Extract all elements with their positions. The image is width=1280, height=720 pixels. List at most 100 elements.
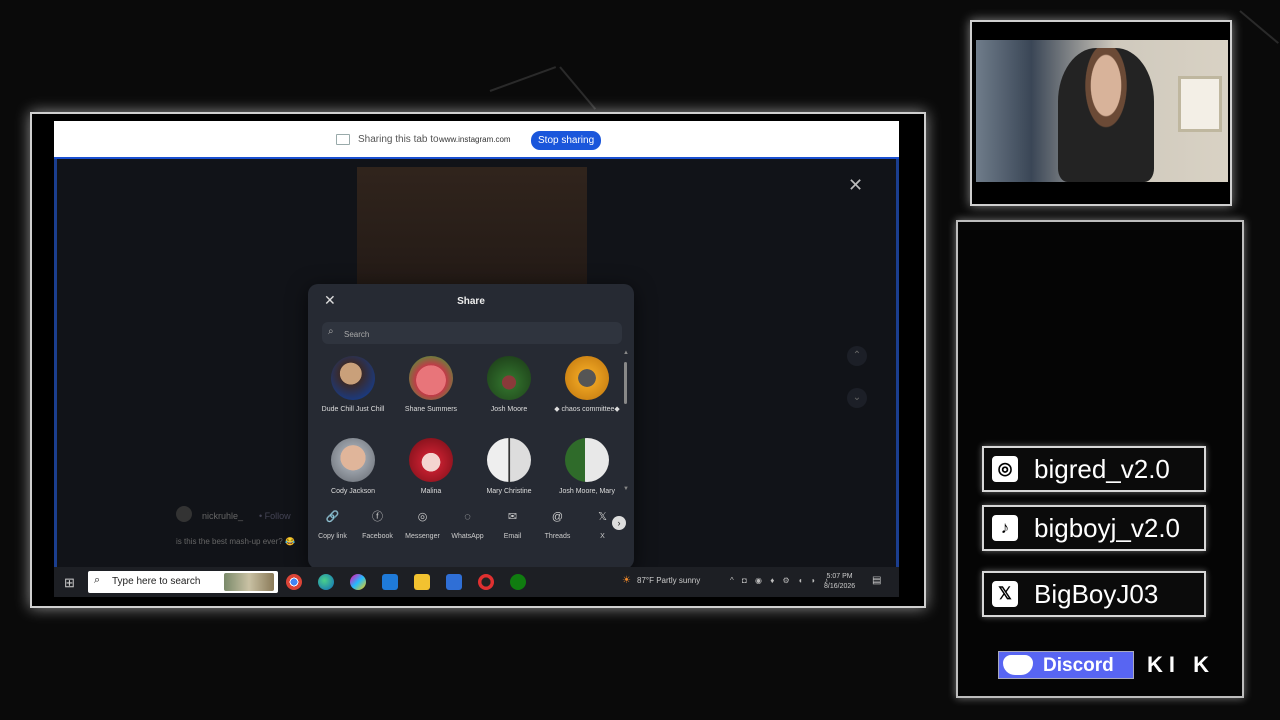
notification-icon[interactable]: ▤ [872,575,881,586]
threads-icon: @ [551,511,564,523]
copilot-icon[interactable] [350,574,366,590]
share-apps-row: 🔗 Copy link ⓕ Facebook ◎ Messenger ◌ Wha… [308,509,634,559]
avatar [487,438,531,482]
tiktok-icon: ♪ [992,515,1018,541]
share-modal: ✕ Share ⌕ Dude Chill Just Chill Shane Su… [308,284,634,569]
app-label: Copy link [318,533,347,540]
search-box: ⌕ [322,322,622,344]
contact-name: ◆ chaos committee◆ [554,406,620,413]
right-border [896,159,899,567]
background-line [559,66,597,110]
contact-name: Shane Summers [404,406,458,413]
facebook-icon: ⓕ [372,511,383,523]
obs-icon[interactable] [478,574,494,590]
background-line [489,66,557,92]
contact-item[interactable]: Josh Moore, Mary [548,438,626,496]
webcam-feed [976,40,1228,182]
app-label: X [600,533,605,540]
scroll-up-icon[interactable]: ▲ [623,350,629,356]
contacts-scrollbar[interactable]: ▲ ▼ [623,350,629,498]
webcam-wall-frame [1178,76,1222,132]
instagram-icon: ◎ [992,456,1018,482]
taskbar-search-text: Type here to search [112,576,201,587]
app-label: WhatsApp [451,533,484,540]
discord-label: Discord [1043,655,1114,676]
weather-icon[interactable]: ☀ [622,575,631,586]
whatsapp-button[interactable]: ◌ WhatsApp [445,509,490,540]
stop-sharing-button[interactable]: Stop sharing [531,131,602,150]
threads-button[interactable]: @ Threads [535,509,580,540]
close-icon[interactable]: ✕ [848,175,863,196]
comment-username[interactable]: nickruhle_ [202,511,243,521]
contact-item[interactable]: Josh Moore [470,356,548,414]
instagram-name: bigred_v2.0 [1034,454,1170,484]
follow-link[interactable]: • Follow [259,511,291,521]
comment-text: is this the best mash-up ever? 😂 [176,537,295,546]
store-icon[interactable] [446,574,462,590]
shared-site: www.instagram.com [439,135,511,144]
contact-item[interactable]: Dude Chill Just Chill [314,356,392,414]
tab-sharing-bar: Sharing this tab to www.instagram.com St… [54,121,899,159]
chevron-up-icon[interactable]: ⌃ [847,346,867,366]
scroll-down-icon[interactable]: ▼ [623,486,629,492]
app-label: Threads [544,533,571,540]
contact-name: Malina [420,488,442,495]
file-explorer-icon[interactable] [414,574,430,590]
contact-item[interactable]: Malina [392,438,470,496]
messenger-button[interactable]: ◎ Messenger [400,509,445,540]
avatar [331,438,375,482]
whatsapp-icon: ◌ [464,511,471,523]
contact-name: Dude Chill Just Chill [321,406,385,413]
avatar [487,356,531,400]
clock-time: 5:07 PM [826,573,853,580]
weather-text[interactable]: 87°F Partly sunny [637,576,700,585]
contact-name: Josh Moore [490,406,528,413]
sharing-text: Sharing this tab to [358,134,439,145]
chevron-down-icon[interactable]: ⌄ [847,388,867,408]
taskbar-search[interactable]: ⌕ Type here to search [88,571,278,593]
clock-date: 8/16/2026 [824,583,856,590]
facebook-button[interactable]: ⓕ Facebook [355,509,400,540]
scrollbar-thumb[interactable] [624,362,627,404]
app-label: Messenger [405,533,440,540]
discord-badge: Discord [998,651,1134,679]
copy-link-button[interactable]: 🔗 Copy link [310,509,355,540]
contact-item[interactable]: Shane Summers [392,356,470,414]
taskbar-clock[interactable]: 5:07 PM 8/16/2026 [824,572,855,592]
windows-taskbar: ⊞ ⌕ Type here to search ☀ 87°F Partly su… [54,567,899,597]
chrome-icon[interactable] [286,574,302,590]
avatar [409,438,453,482]
search-icon: ⌕ [94,574,101,586]
contact-name: Mary Christine [486,488,532,495]
mail-icon[interactable] [382,574,398,590]
instagram-handle: ◎ bigred_v2.0 [982,446,1206,492]
contact-item[interactable]: ◆ chaos committee◆ [548,356,626,414]
search-highlight-image [224,573,274,591]
avatar [409,356,453,400]
avatar [331,356,375,400]
email-button[interactable]: ✉ Email [490,509,535,540]
edge-icon[interactable] [318,574,334,590]
background-line [1239,10,1279,44]
left-border [54,159,57,567]
email-icon: ✉ [507,511,518,523]
x-name: BigBoyJ03 [1034,579,1159,609]
avatar[interactable] [176,506,192,522]
contact-item[interactable]: Mary Christine [470,438,548,496]
contact-item[interactable]: Cody Jackson [314,438,392,496]
x-logo-icon: 𝕏 [992,581,1018,607]
discord-icon [1003,655,1033,675]
contact-name: Josh Moore, Mary [558,488,616,495]
tiktok-handle: ♪ bigboyj_v2.0 [982,505,1206,551]
xbox-icon[interactable] [510,574,526,590]
system-tray-icons[interactable]: ^ ◘ ◉ ♦ ⚙ ◖ ◗ ♪ [730,576,831,585]
instagram-post-view: ✕ ⌃ ⌄ nickruhle_ • Follow is this the be… [54,159,899,569]
search-input[interactable] [342,325,606,343]
contact-name: Cody Jackson [331,488,375,495]
search-icon: ⌕ [328,326,334,337]
contact-grid: Dude Chill Just Chill Shane Summers Josh… [314,356,624,496]
chevron-right-icon[interactable]: › [612,516,626,530]
app-label: Email [503,533,522,540]
windows-start-icon[interactable]: ⊞ [64,575,75,591]
webcam-person [1058,48,1154,182]
